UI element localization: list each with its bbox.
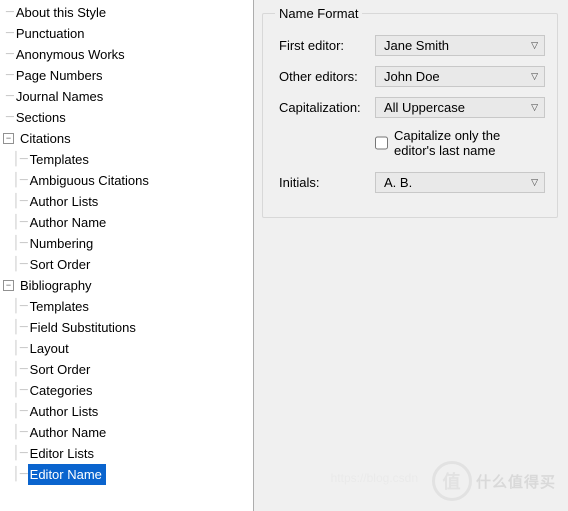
- capitalization-label: Capitalization:: [275, 100, 375, 115]
- name-format-group: Name Format First editor: Jane Smith ▽ O…: [262, 6, 558, 218]
- tree-item-label: Field Substitutions: [28, 317, 140, 338]
- tree-item[interactable]: ─ Journal Names: [0, 86, 253, 107]
- tree-connector: │─: [6, 170, 28, 191]
- tree-connector: ─: [0, 86, 14, 107]
- tree-branch-label: Citations: [18, 128, 75, 149]
- tree-item-label: Categories: [28, 380, 97, 401]
- capitalize-lastname-checkbox[interactable]: [375, 136, 388, 150]
- tree-item-label: Sort Order: [28, 359, 95, 380]
- tree-branch[interactable]: −Bibliography: [0, 275, 253, 296]
- row-other-editors: Other editors: John Doe ▽: [275, 66, 545, 87]
- capitalization-value: All Uppercase: [384, 100, 465, 115]
- initials-combo[interactable]: A. B. ▽: [375, 172, 545, 193]
- tree-connector: │─: [6, 191, 28, 212]
- first-editor-value: Jane Smith: [384, 38, 449, 53]
- tree-connector: ─: [0, 44, 14, 65]
- tree-connector: │─: [6, 443, 28, 464]
- tree-item[interactable]: │─ Sort Order: [0, 254, 253, 275]
- chevron-down-icon: ▽: [531, 177, 538, 188]
- tree-item[interactable]: ─ About this Style: [0, 2, 253, 23]
- tree-connector: │─: [6, 401, 28, 422]
- tree-item[interactable]: │─ Templates: [0, 149, 253, 170]
- tree-item[interactable]: │─ Numbering: [0, 233, 253, 254]
- chevron-down-icon: ▽: [531, 40, 538, 51]
- tree-connector: ─: [0, 2, 14, 23]
- tree-item-label: Editor Lists: [28, 443, 98, 464]
- tree-connector: ─: [0, 65, 14, 86]
- tree-item[interactable]: │─ Author Lists: [0, 401, 253, 422]
- tree-connector: ─: [0, 23, 14, 44]
- tree-item[interactable]: │─ Layout: [0, 338, 253, 359]
- tree-connector: ─: [0, 107, 14, 128]
- collapse-icon[interactable]: −: [3, 280, 14, 291]
- tree-item-label: Sections: [14, 107, 70, 128]
- other-editors-label: Other editors:: [275, 69, 375, 84]
- tree-item-label: Ambiguous Citations: [28, 170, 153, 191]
- tree-connector: │─: [6, 212, 28, 233]
- tree-connector: │─: [6, 338, 28, 359]
- tree-item[interactable]: │─ Field Substitutions: [0, 317, 253, 338]
- tree-item-label: Numbering: [28, 233, 98, 254]
- tree-branch-label: Bibliography: [18, 275, 96, 296]
- tree-item[interactable]: │─ Templates: [0, 296, 253, 317]
- group-legend: Name Format: [275, 6, 362, 21]
- settings-pane: Name Format First editor: Jane Smith ▽ O…: [254, 0, 568, 511]
- capitalization-combo[interactable]: All Uppercase ▽: [375, 97, 545, 118]
- tree-item-label: Layout: [28, 338, 73, 359]
- chevron-down-icon: ▽: [531, 71, 538, 82]
- initials-value: A. B.: [384, 175, 412, 190]
- tree-connector: │─: [6, 296, 28, 317]
- tree-item[interactable]: ─ Sections: [0, 107, 253, 128]
- tree-branch[interactable]: −Citations: [0, 128, 253, 149]
- row-capitalize-lastname: Capitalize only the editor's last name: [375, 128, 545, 158]
- tree-connector: │─: [6, 422, 28, 443]
- first-editor-label: First editor:: [275, 38, 375, 53]
- row-capitalization: Capitalization: All Uppercase ▽: [275, 97, 545, 118]
- tree-item-label: Editor Name: [28, 464, 106, 485]
- tree-item[interactable]: │─ Author Lists: [0, 191, 253, 212]
- tree-item-label: Sort Order: [28, 254, 95, 275]
- tree-connector: │─: [6, 317, 28, 338]
- tree-item-label: Author Name: [28, 422, 111, 443]
- tree-pane: ─ About this Style─ Punctuation─ Anonymo…: [0, 0, 254, 511]
- first-editor-combo[interactable]: Jane Smith ▽: [375, 35, 545, 56]
- tree-item[interactable]: │─ Editor Lists: [0, 443, 253, 464]
- tree-item[interactable]: ─ Anonymous Works: [0, 44, 253, 65]
- tree-item-label: Page Numbers: [14, 65, 107, 86]
- chevron-down-icon: ▽: [531, 102, 538, 113]
- capitalize-lastname-label: Capitalize only the editor's last name: [394, 128, 545, 158]
- tree-item-label: Templates: [28, 296, 93, 317]
- other-editors-value: John Doe: [384, 69, 440, 84]
- tree-item-label: Journal Names: [14, 86, 107, 107]
- tree-item-label: About this Style: [14, 2, 110, 23]
- row-initials: Initials: A. B. ▽: [275, 172, 545, 193]
- tree-item[interactable]: │─ Editor Name: [0, 464, 253, 485]
- tree-connector: │─: [6, 359, 28, 380]
- tree-connector: │─: [6, 233, 28, 254]
- row-first-editor: First editor: Jane Smith ▽: [275, 35, 545, 56]
- tree-item[interactable]: │─ Ambiguous Citations: [0, 170, 253, 191]
- tree-connector: │─: [6, 380, 28, 401]
- initials-label: Initials:: [275, 175, 375, 190]
- tree-item-label: Punctuation: [14, 23, 89, 44]
- tree-item-label: Author Lists: [28, 191, 103, 212]
- tree-item[interactable]: │─ Sort Order: [0, 359, 253, 380]
- tree-connector: │─: [6, 254, 28, 275]
- tree-connector: │─: [6, 149, 28, 170]
- other-editors-combo[interactable]: John Doe ▽: [375, 66, 545, 87]
- tree-item[interactable]: ─ Page Numbers: [0, 65, 253, 86]
- tree-item-label: Templates: [28, 149, 93, 170]
- tree-item[interactable]: │─ Author Name: [0, 422, 253, 443]
- collapse-icon[interactable]: −: [3, 133, 14, 144]
- tree-item-label: Author Lists: [28, 401, 103, 422]
- tree-item[interactable]: ─ Punctuation: [0, 23, 253, 44]
- tree-item-label: Author Name: [28, 212, 111, 233]
- tree-connector: │─: [6, 464, 28, 485]
- tree-item-label: Anonymous Works: [14, 44, 129, 65]
- tree-item[interactable]: │─ Categories: [0, 380, 253, 401]
- tree-item[interactable]: │─ Author Name: [0, 212, 253, 233]
